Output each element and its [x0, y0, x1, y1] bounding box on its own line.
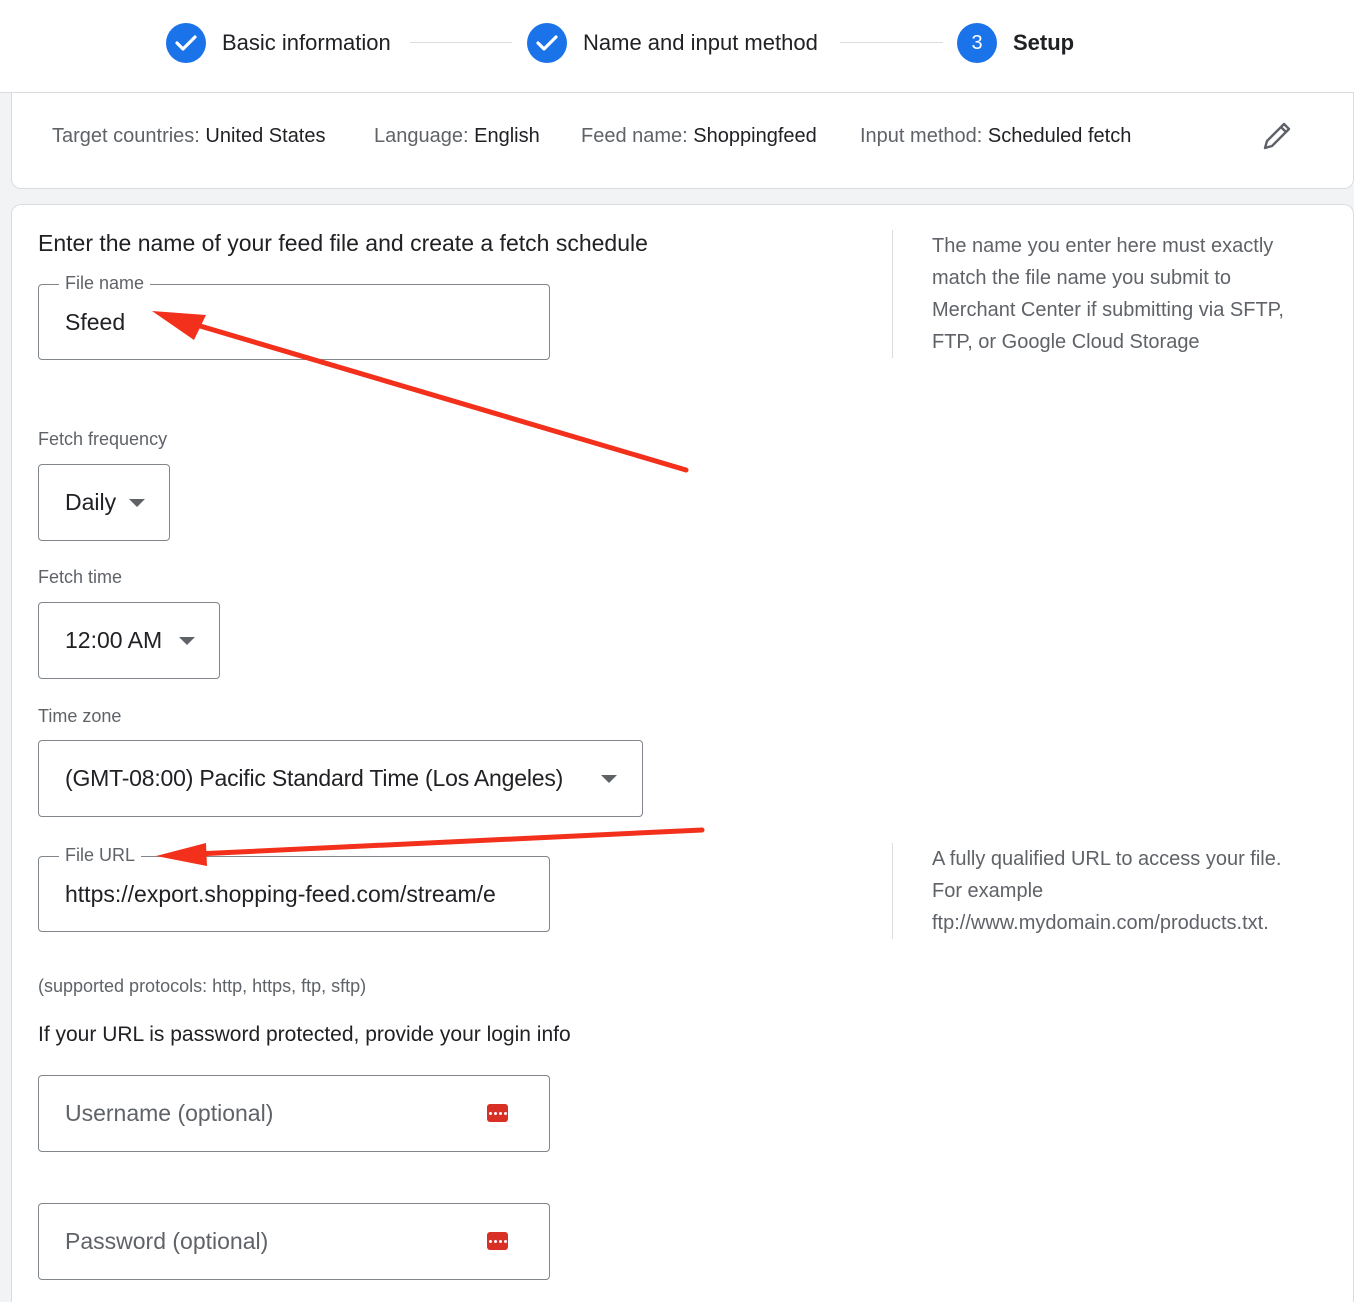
step-label: Setup: [1013, 30, 1075, 55]
file-url-value[interactable]: https://export.shopping-feed.com/stream/…: [65, 857, 523, 931]
fetch-time-value: 12:00 AM: [65, 627, 163, 653]
pencil-icon[interactable]: [1260, 119, 1294, 153]
fetch-time-select[interactable]: 12:00 AM: [38, 602, 220, 679]
help-divider: [892, 843, 893, 939]
username-input[interactable]: Username (optional): [38, 1075, 550, 1152]
protocols-note: (supported protocols: http, https, ftp, …: [38, 976, 367, 996]
time-zone-select[interactable]: (GMT-08:00) Pacific Standard Time (Los A…: [38, 740, 643, 817]
chevron-down-icon: [179, 637, 195, 645]
fetch-frequency-select[interactable]: Daily: [38, 464, 170, 541]
summary-target-countries: Target countries: United States: [52, 125, 326, 147]
chevron-down-icon: [601, 775, 617, 783]
checkmark-icon: [527, 23, 567, 63]
file-name-value[interactable]: Sfeed: [65, 285, 125, 359]
summary-feed-name: Feed name: Shoppingfeed: [581, 125, 817, 147]
step-connector: [410, 42, 512, 43]
fetch-frequency-value: Daily: [65, 489, 117, 515]
time-zone-value: (GMT-08:00) Pacific Standard Time (Los A…: [65, 765, 564, 791]
form-heading: Enter the name of your feed file and cre…: [38, 230, 648, 256]
fetch-frequency-label: Fetch frequency: [38, 429, 168, 449]
step-number: 3: [957, 23, 997, 63]
feed-summary: Target countries: United States Language…: [11, 93, 1354, 189]
checkmark-icon: [166, 23, 206, 63]
step-basic-information[interactable]: Basic information: [166, 22, 391, 64]
file-name-field[interactable]: File name Sfeed: [38, 273, 550, 360]
time-zone-label: Time zone: [38, 706, 122, 726]
step-label: Basic information: [222, 30, 391, 55]
step-setup[interactable]: 3 Setup: [957, 22, 1074, 64]
file-url-help: A fully qualified URL to access your fil…: [932, 848, 1282, 934]
summary-input-method: Input method: Scheduled fetch: [860, 125, 1132, 147]
password-input[interactable]: Password (optional): [38, 1203, 550, 1280]
password-manager-icon[interactable]: [487, 1232, 508, 1250]
password-manager-icon[interactable]: [487, 1104, 508, 1122]
login-heading: If your URL is password protected, provi…: [38, 1023, 571, 1046]
file-url-field[interactable]: File URL https://export.shopping-feed.co…: [38, 845, 550, 932]
password-placeholder: Password (optional): [65, 1228, 269, 1254]
file-name-help: The name you enter here must exactly mat…: [932, 235, 1284, 353]
summary-language: Language: English: [374, 125, 540, 147]
chevron-down-icon: [129, 499, 145, 507]
step-label: Name and input method: [583, 30, 818, 55]
stepper: Basic information Name and input method …: [0, 0, 1354, 93]
username-placeholder: Username (optional): [65, 1100, 274, 1126]
fetch-time-label: Fetch time: [38, 567, 123, 587]
step-name-and-input-method[interactable]: Name and input method: [527, 22, 818, 64]
step-connector: [840, 42, 943, 43]
help-divider: [892, 230, 893, 358]
